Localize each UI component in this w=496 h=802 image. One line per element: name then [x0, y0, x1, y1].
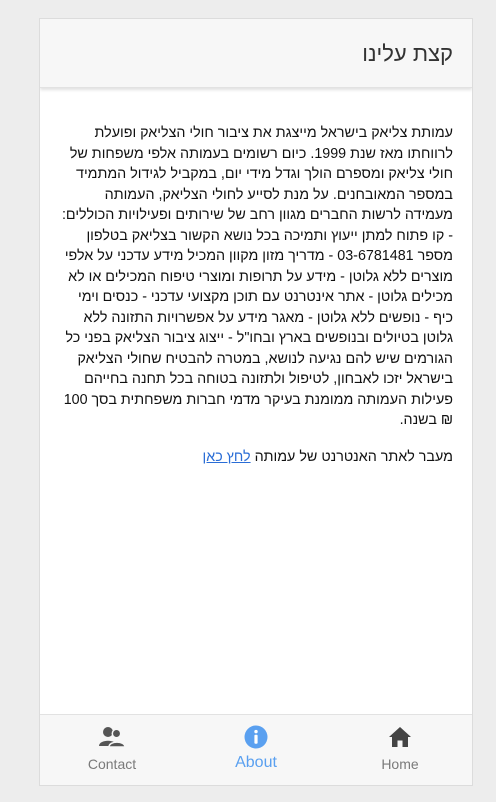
- bottom-tab-bar: Contact About Home: [40, 714, 472, 785]
- contacts-icon: [99, 725, 125, 749]
- website-text: מעבר לאתר האנטרנט של עמותה: [250, 448, 453, 465]
- page-title: קצת עלינו: [362, 41, 453, 66]
- tab-contact-label: Contact: [87, 756, 137, 772]
- info-icon: [243, 725, 269, 749]
- nav-header: קצת עלינו: [40, 19, 472, 88]
- app-screen: קצת עלינו עמותת צליאק בישראל מייצגת את צ…: [39, 18, 473, 786]
- tab-contact[interactable]: Contact: [40, 715, 184, 785]
- tab-about[interactable]: About: [184, 715, 328, 785]
- tab-home-label: Home: [381, 756, 419, 772]
- tab-about-label: About: [235, 754, 277, 771]
- tab-home[interactable]: Home: [328, 715, 472, 785]
- home-icon: [387, 725, 413, 749]
- about-content: עמותת צליאק בישראל מייצגת את ציבור חולי …: [58, 123, 453, 467]
- website-link[interactable]: לחץ כאן: [203, 449, 251, 465]
- about-paragraph: עמותת צליאק בישראל מייצגת את ציבור חולי …: [61, 125, 453, 428]
- website-line: מעבר לאתר האנטרנט של עמותה לחץ כאן: [58, 447, 453, 468]
